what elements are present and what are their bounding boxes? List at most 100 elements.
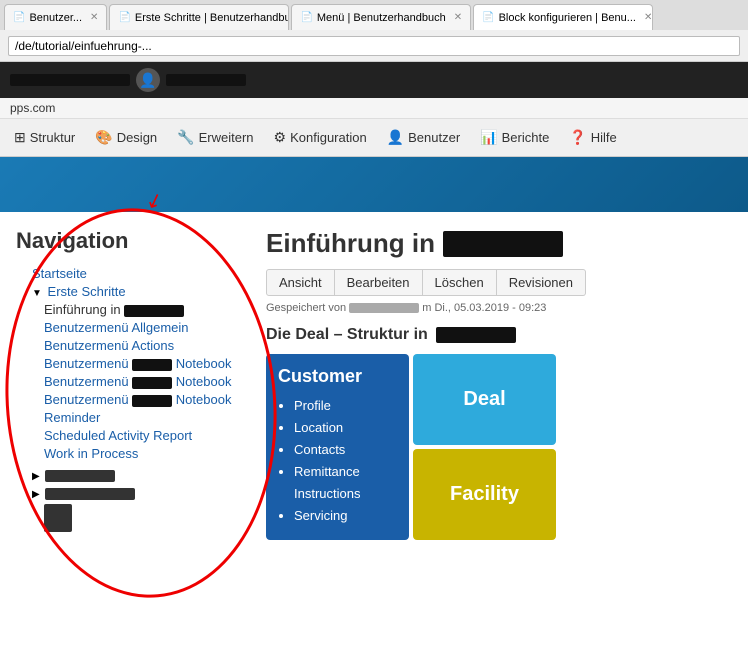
customer-item-servicing: Servicing (294, 505, 397, 527)
ansicht-button[interactable]: Ansicht (266, 269, 335, 296)
redacted-nav-2 (45, 488, 135, 500)
nav-label-design: Design (117, 130, 157, 145)
revisionen-button[interactable]: Revisionen (497, 269, 586, 296)
arrow-icon-3: ▶ (32, 489, 40, 500)
nav-item-erweitern[interactable]: 🔧 Erweitern (167, 123, 263, 152)
redacted-nav-3 (44, 504, 72, 532)
arrow-icon-2: ▶ (32, 471, 40, 482)
nav-item-konfiguration[interactable]: ⚙ Konfiguration (264, 123, 377, 152)
link-startseite[interactable]: Startseite (32, 266, 87, 281)
user-name-redacted (10, 74, 130, 86)
top-bar: 👤 (0, 62, 748, 98)
arrow-down-icon: ▼ (32, 288, 42, 299)
customer-list: Profile Location Contacts Remittance Ins… (278, 395, 397, 528)
nav-label-struktur: Struktur (30, 130, 76, 145)
tab-close-3[interactable]: ✕ (454, 12, 462, 23)
link-scheduled-activity[interactable]: Scheduled Activity Report (44, 428, 192, 443)
list-item: ▶ (20, 485, 246, 500)
loeschen-button[interactable]: Löschen (423, 269, 497, 296)
redacted-inline-1 (124, 305, 184, 317)
nav-item-hilfe[interactable]: ❓ Hilfe (559, 123, 626, 152)
list-item: Benutzermenü Notebook (20, 374, 246, 389)
customer-item-profile: Profile (294, 395, 397, 417)
tab-2[interactable]: 📄 Erste Schritte | Benutzerhandbu... ✕ (109, 4, 289, 30)
design-icon: 🎨 (95, 129, 112, 146)
tab-close-1[interactable]: ✕ (90, 12, 98, 23)
main-navigation: ⊞ Struktur 🎨 Design 🔧 Erweitern ⚙ Konfig… (0, 119, 748, 157)
link-notebook-2[interactable]: Notebook (176, 374, 232, 389)
list-item: Benutzermenü Allgemein (20, 320, 246, 335)
tab-label-4: Block konfigurieren | Benu... (499, 12, 636, 24)
tab-label-1: Benutzer... (29, 12, 82, 24)
berichte-icon: 📊 (480, 129, 497, 146)
list-item: Benutzermenü Notebook (20, 392, 246, 407)
address-bar (0, 30, 748, 62)
user-info-redacted (166, 74, 246, 86)
link-reminder[interactable]: Reminder (44, 410, 100, 425)
struktur-icon: ⊞ (14, 129, 26, 146)
tab-label-2: Erste Schritte | Benutzerhandbu... (135, 12, 290, 24)
section-title: Die Deal – Struktur in (266, 326, 732, 344)
link-benutzermenu-notebook-3[interactable]: Benutzermenü (44, 392, 132, 407)
deal-box: Deal (413, 354, 556, 445)
list-item: ▼ Erste Schritte (20, 284, 246, 299)
facility-box: Facility (413, 449, 556, 540)
tab-4[interactable]: 📄 Block konfigurieren | Benu... ✕ (473, 4, 653, 30)
nav-item-berichte[interactable]: 📊 Berichte (470, 123, 559, 152)
customer-item-location: Location (294, 417, 397, 439)
benutzer-icon: 👤 (387, 129, 404, 146)
erweitern-icon: 🔧 (177, 129, 194, 146)
nav-label-berichte: Berichte (502, 130, 550, 145)
customer-title: Customer (278, 366, 397, 387)
link-benutzermenu-allgemein[interactable]: Benutzermenü Allgemein (44, 320, 189, 335)
list-item: Work in Process (20, 446, 246, 461)
link-benutzermenu-notebook-1[interactable]: Benutzermenü (44, 356, 132, 371)
section-redacted (436, 327, 516, 343)
list-item: Benutzermenü Notebook (20, 356, 246, 371)
domain-bar: pps.com (0, 98, 748, 119)
page-title: Einführung in (266, 228, 732, 259)
customer-box: Customer Profile Location Contacts Remit… (266, 354, 409, 540)
nav-item-struktur[interactable]: ⊞ Struktur (4, 123, 85, 152)
redacted-inline-2 (132, 359, 172, 371)
redacted-nav-1 (45, 470, 115, 482)
nav-label-benutzer: Benutzer (408, 130, 460, 145)
link-notebook-3[interactable]: Notebook (176, 392, 232, 407)
tab-close-4[interactable]: ✕ (644, 12, 652, 23)
deal-title: Deal (463, 388, 505, 411)
action-buttons: Ansicht Bearbeiten Löschen Revisionen (266, 269, 732, 296)
list-item: Startseite (20, 266, 246, 281)
nav-label-konfiguration: Konfiguration (290, 130, 367, 145)
link-benutzermenu-notebook-2[interactable]: Benutzermenü (44, 374, 132, 389)
save-prefix: Gespeichert von (266, 302, 346, 314)
list-item: Benutzermenü Actions (20, 338, 246, 353)
link-erste-schritte[interactable]: Erste Schritte (48, 284, 126, 299)
link-work-in-process[interactable]: Work in Process (44, 446, 138, 461)
link-einfuehrung: Einführung in (44, 302, 124, 317)
navigation-sidebar: ↙ Navigation Startseite ▼ Erste Schritte… (16, 228, 246, 540)
konfiguration-icon: ⚙ (274, 129, 287, 146)
nav-links-list: Startseite ▼ Erste Schritte Einführung i… (16, 266, 246, 532)
nav-label-erweitern: Erweitern (199, 130, 254, 145)
section-prefix: Die Deal – Struktur in (266, 326, 428, 344)
right-content: Einführung in Ansicht Bearbeiten Löschen… (266, 228, 732, 540)
link-notebook-1[interactable]: Notebook (176, 356, 232, 371)
list-item: ▶ (20, 467, 246, 482)
bearbeiten-button[interactable]: Bearbeiten (335, 269, 423, 296)
content-area: ↙ Navigation Startseite ▼ Erste Schritte… (0, 212, 748, 556)
tab-1[interactable]: 📄 Benutzer... ✕ (4, 4, 107, 30)
customer-item-contacts: Contacts (294, 439, 397, 461)
nav-item-design[interactable]: 🎨 Design (85, 123, 167, 152)
tab-3[interactable]: 📄 Menü | Benutzerhandbuch ✕ (291, 4, 471, 30)
address-input[interactable] (8, 36, 740, 56)
browser-tab-bar: 📄 Benutzer... ✕ 📄 Erste Schritte | Benut… (0, 0, 748, 30)
title-redacted (443, 231, 563, 257)
customer-item-remittance: Remittance Instructions (294, 461, 397, 505)
tab-icon-4: 📄 (482, 12, 494, 23)
nav-item-benutzer[interactable]: 👤 Benutzer (377, 123, 470, 152)
hilfe-icon: ❓ (569, 129, 586, 146)
tab-icon-2: 📄 (118, 12, 130, 23)
link-benutzermenu-actions[interactable]: Benutzermenü Actions (44, 338, 174, 353)
blue-banner (0, 157, 748, 212)
tab-icon-1: 📄 (13, 12, 25, 23)
